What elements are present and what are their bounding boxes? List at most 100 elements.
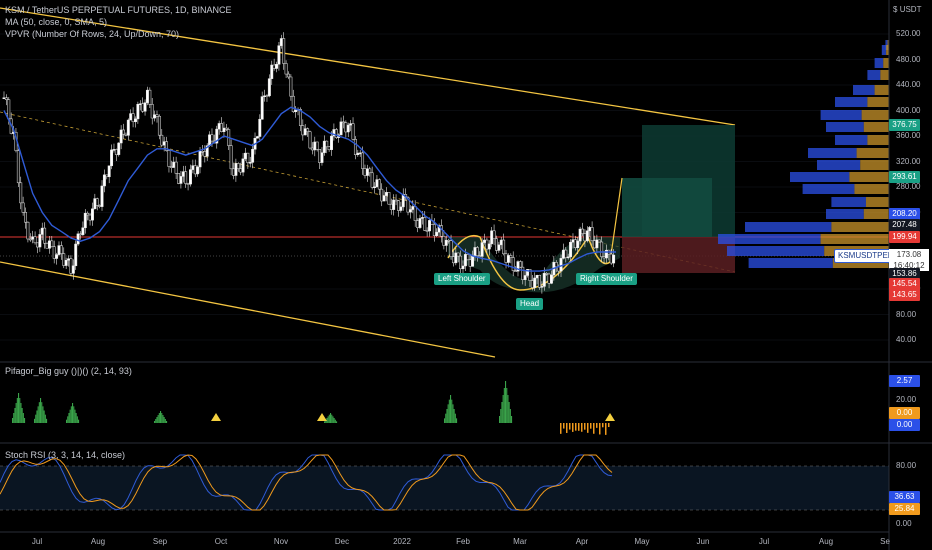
candle-body	[64, 260, 68, 266]
pifagor-bar	[41, 402, 43, 423]
candle-body	[79, 233, 82, 236]
chart-panel[interactable]: KSM / TetherUS PERPETUAL FUTURES, 1D, BI…	[0, 0, 932, 550]
price-axis-label[interactable]: 360.00	[896, 131, 920, 140]
pifagor-bar	[158, 413, 160, 423]
candle-body	[382, 195, 386, 202]
candle-body	[141, 103, 145, 112]
candle-body	[521, 266, 525, 280]
pifagor-bar	[503, 388, 505, 423]
pifagor-bar	[327, 416, 329, 423]
candle-body	[361, 152, 365, 169]
candle-body	[160, 134, 164, 146]
time-axis-label[interactable]: Se	[880, 537, 890, 546]
price-tag[interactable]: 376.75	[889, 119, 920, 131]
candle-body	[435, 231, 439, 236]
pifagor-bar	[37, 406, 39, 423]
candle-body	[349, 123, 353, 126]
signal-triangle-icon	[211, 413, 221, 421]
time-axis-label[interactable]: 2022	[393, 537, 411, 546]
profit-zone-inner[interactable]	[622, 178, 712, 237]
pifagor-neg-bar	[602, 423, 604, 428]
time-axis-label[interactable]: Jun	[697, 537, 710, 546]
candle-body	[59, 245, 63, 254]
upper-channel-line[interactable]	[0, 7, 736, 126]
stoch-value-tag[interactable]: 36.63	[889, 491, 920, 503]
pifagor-bar	[331, 414, 333, 423]
price-axis-label[interactable]: 320.00	[896, 157, 920, 166]
candle-body	[198, 151, 202, 168]
pifagor-bar	[34, 418, 36, 423]
head-label[interactable]: Head	[516, 298, 544, 310]
candle-body	[174, 161, 178, 174]
vpvr-up-bar	[874, 58, 884, 68]
stoch-axis-label[interactable]: 0.00	[896, 519, 912, 528]
price-tag[interactable]: 293.61	[889, 171, 920, 183]
candle-body	[57, 245, 61, 255]
time-axis-label[interactable]: Jul	[32, 537, 42, 546]
vpvr-up-bar	[867, 70, 881, 80]
symbol-legend[interactable]: KSM / TetherUS PERPETUAL FUTURES, 1D, BI…	[5, 4, 232, 16]
price-tag[interactable]: 207.48	[889, 219, 920, 231]
stoch-value-tag[interactable]: 25.84	[889, 503, 920, 515]
candle-body	[561, 249, 565, 259]
pifagor-bar	[14, 408, 16, 423]
ma-legend[interactable]: MA (50, close, 0, SMA, 5)	[5, 16, 107, 28]
candle-body	[263, 95, 267, 97]
candle-body	[471, 255, 475, 267]
candle-body	[468, 259, 472, 267]
candle-body	[530, 280, 534, 288]
candle-body	[380, 188, 384, 202]
time-axis-label[interactable]: Oct	[215, 537, 227, 546]
pifagor-bar	[38, 402, 40, 423]
candle-body	[392, 199, 396, 210]
pifagor-bar	[154, 421, 156, 423]
pifagor-bar	[453, 409, 455, 423]
pifagor-bar	[500, 409, 502, 423]
pifagor-bar	[505, 381, 507, 423]
pifagor-neg-bar	[590, 423, 592, 429]
right-shoulder-label[interactable]: Right Shoulder	[576, 273, 637, 285]
price-axis-label[interactable]: 520.00	[896, 29, 920, 38]
lower-channel-line[interactable]	[0, 261, 496, 358]
vpvr-down-bar	[863, 122, 889, 132]
time-axis-label[interactable]: Apr	[576, 537, 588, 546]
time-axis-label[interactable]: Feb	[456, 537, 470, 546]
time-axis-label[interactable]: Aug	[819, 537, 833, 546]
time-axis-label[interactable]: Mar	[513, 537, 527, 546]
pifagor-value-tag[interactable]: 0.00	[889, 419, 920, 431]
stoch-axis-label[interactable]: 80.00	[896, 461, 916, 470]
stoch-legend[interactable]: Stoch RSI (3, 3, 14, 14, close)	[5, 449, 125, 461]
price-axis-label[interactable]: 400.00	[896, 106, 920, 115]
time-axis-label[interactable]: Nov	[274, 537, 288, 546]
price-axis-label[interactable]: 40.00	[896, 335, 916, 344]
pifagor-neg-bar	[593, 423, 595, 434]
price-axis-label[interactable]: 480.00	[896, 55, 920, 64]
time-axis-label[interactable]: Aug	[91, 537, 105, 546]
time-axis-label[interactable]: May	[634, 537, 649, 546]
pifagor-value-tag[interactable]: 2.57	[889, 375, 920, 387]
candle-body	[155, 114, 159, 117]
price-axis-label[interactable]: 80.00	[896, 310, 916, 319]
candle-body	[389, 203, 393, 210]
candle-body	[196, 166, 200, 175]
pifagor-value-tag[interactable]: 0.00	[889, 407, 920, 419]
candle-body	[487, 243, 491, 250]
pifagor-bar	[446, 409, 448, 423]
vpvr-legend[interactable]: VPVR (Number Of Rows, 24, Up/Down, 70)	[5, 28, 179, 40]
price-tag[interactable]: 143.65	[889, 289, 920, 301]
price-tag[interactable]: 199.94	[889, 231, 920, 243]
time-axis-label[interactable]: Dec	[335, 537, 349, 546]
time-axis-label[interactable]: Jul	[759, 537, 769, 546]
price-axis-label[interactable]: 280.00	[896, 182, 920, 191]
candle-body	[102, 174, 106, 187]
price-axis-label[interactable]: 440.00	[896, 80, 920, 89]
pifagor-bar	[164, 419, 166, 423]
pifagor-bar	[508, 402, 510, 423]
candle-body	[241, 158, 245, 173]
pifagor-legend[interactable]: Pifagor_Big guy ()|)() (2, 14, 93)	[5, 365, 132, 377]
pifagor-axis-label[interactable]: 20.00	[896, 395, 916, 404]
candle-body	[597, 239, 601, 243]
time-axis-label[interactable]: Sep	[153, 537, 167, 546]
left-shoulder-label[interactable]: Left Shoulder	[434, 273, 490, 285]
currency-label[interactable]: $ USDT	[893, 5, 921, 14]
